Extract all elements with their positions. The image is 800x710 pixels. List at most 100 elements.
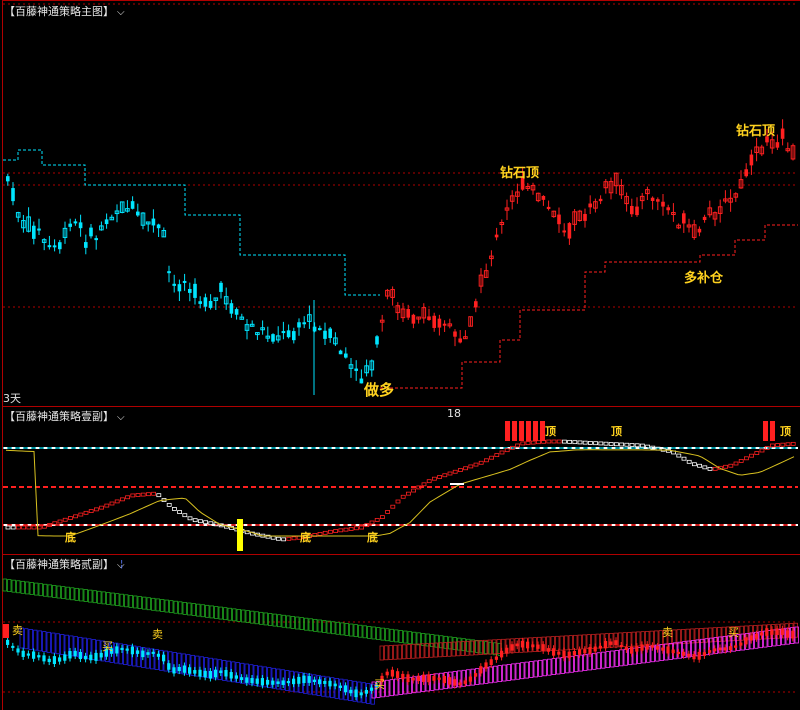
green-band-box bbox=[425, 633, 430, 647]
sub2-candle-body bbox=[739, 642, 743, 646]
oscillator-box bbox=[374, 518, 380, 522]
oscillator-box bbox=[515, 443, 520, 448]
main-chart-panel[interactable]: 【百藤神通策略主图】 ⌵ 3天 钻石顶 钻石顶 多补仓 做多 bbox=[0, 0, 800, 407]
sub2-candle-body bbox=[583, 649, 587, 654]
green-band-box bbox=[430, 634, 435, 647]
sub2-candle-body bbox=[541, 644, 545, 651]
candle-body bbox=[292, 331, 296, 341]
sub2-candle-body bbox=[120, 647, 124, 651]
sub2-candle-body bbox=[515, 643, 519, 647]
sub2-candle-body bbox=[182, 665, 186, 673]
sub2-candle-body bbox=[775, 628, 779, 636]
red-band-box bbox=[397, 644, 402, 660]
green-band-box bbox=[407, 631, 412, 645]
green-band-box bbox=[7, 579, 12, 592]
oscillator-box bbox=[640, 443, 645, 448]
sub2-indicator-panel[interactable]: 【百藤神通策略贰副】 ⌵ ¦ 卖 买 卖 买 卖 买 bbox=[0, 554, 800, 710]
marker-sell-3: 卖 bbox=[662, 626, 673, 639]
sub2-candle-body bbox=[520, 640, 524, 648]
oscillator-box bbox=[395, 499, 401, 504]
oscillator-box bbox=[567, 439, 572, 444]
red-band-box bbox=[492, 639, 497, 655]
red-band-box bbox=[721, 626, 726, 642]
top-signal-bar bbox=[519, 421, 524, 441]
sub2-candle-body bbox=[656, 646, 660, 650]
candle-body bbox=[182, 280, 187, 283]
sub2-candle-body bbox=[650, 645, 654, 648]
magenta-band-box bbox=[502, 664, 507, 682]
sub2-candle-body bbox=[115, 646, 119, 654]
oscillator-box bbox=[369, 520, 375, 525]
oscillator-box bbox=[494, 453, 500, 457]
oscillator-box bbox=[166, 502, 172, 507]
green-band-box bbox=[169, 600, 174, 614]
candle-body bbox=[406, 309, 410, 318]
candle-body bbox=[749, 154, 754, 166]
candle-body bbox=[6, 176, 10, 182]
oscillator-box bbox=[624, 442, 630, 447]
sub2-candle-body bbox=[624, 647, 628, 651]
sub2-candle-body bbox=[526, 641, 530, 649]
sub2-candle-body bbox=[442, 675, 446, 684]
blue-band-box bbox=[33, 629, 38, 651]
green-band-box bbox=[106, 592, 111, 605]
red-band-box bbox=[793, 622, 798, 638]
oscillator-box bbox=[692, 462, 697, 467]
oscillator-box bbox=[556, 439, 562, 444]
sub2-candle-body bbox=[448, 677, 452, 685]
sub2-chart-canvas[interactable]: ¦ bbox=[0, 554, 800, 709]
oscillator-box bbox=[405, 491, 411, 496]
oscillator-box bbox=[457, 468, 463, 472]
oscillator-box bbox=[120, 497, 125, 502]
sub2-candle-body bbox=[125, 648, 129, 651]
magenta-band-box bbox=[524, 661, 529, 679]
green-band-box bbox=[115, 593, 120, 607]
sub1-indicator-panel[interactable]: 【百藤神通策略壹副】 ⌵ 18 底 底 底 顶 顶 顶 bbox=[0, 406, 800, 555]
oscillator-box bbox=[343, 527, 349, 532]
oscillator-box bbox=[275, 536, 281, 541]
sub2-candle-body bbox=[156, 653, 160, 657]
sub1-chart-canvas[interactable] bbox=[0, 406, 800, 554]
candle-body bbox=[453, 331, 457, 337]
candle-body bbox=[58, 242, 62, 250]
candle-body bbox=[177, 284, 182, 292]
oscillator-box bbox=[286, 536, 292, 541]
marker-ding-2: 顶 bbox=[611, 425, 622, 438]
magenta-band-box bbox=[619, 649, 624, 667]
sub2-candle-body bbox=[567, 651, 571, 659]
green-band-box bbox=[398, 630, 403, 643]
blue-band-box bbox=[28, 629, 33, 650]
sub2-candle-body bbox=[531, 644, 535, 648]
sub2-candle-body bbox=[552, 648, 556, 656]
candle-body bbox=[323, 330, 327, 339]
red-band-box bbox=[654, 630, 659, 646]
oscillator-box bbox=[177, 510, 183, 514]
oscillator-box bbox=[733, 461, 739, 466]
oscillator-box bbox=[99, 505, 104, 510]
sub2-candle-body bbox=[328, 680, 332, 687]
sub2-candle-body bbox=[385, 671, 389, 676]
main-chart-canvas[interactable] bbox=[0, 0, 800, 406]
sub2-candle-body bbox=[11, 645, 15, 648]
candle-body bbox=[37, 228, 41, 231]
green-band-box bbox=[34, 582, 39, 596]
candle-body bbox=[682, 213, 686, 224]
green-band-box bbox=[110, 592, 115, 606]
sub2-candle-body bbox=[578, 649, 582, 655]
sub2-candle-body bbox=[130, 646, 134, 655]
red-band-box bbox=[420, 643, 425, 659]
oscillator-box bbox=[598, 441, 604, 446]
green-band-box bbox=[83, 589, 88, 602]
magenta-band-box bbox=[601, 651, 606, 669]
candle-body bbox=[219, 282, 223, 292]
oscillator-box bbox=[442, 473, 448, 478]
sub2-candle-body bbox=[292, 678, 296, 685]
sub2-candle-body bbox=[16, 648, 20, 653]
candle-body bbox=[302, 322, 306, 325]
sub2-candle-body bbox=[286, 681, 290, 684]
candle-body bbox=[32, 225, 36, 239]
green-band-box bbox=[205, 604, 210, 618]
green-band-box bbox=[452, 637, 457, 650]
oscillator-box bbox=[338, 528, 344, 533]
oscillator-box bbox=[619, 442, 624, 447]
